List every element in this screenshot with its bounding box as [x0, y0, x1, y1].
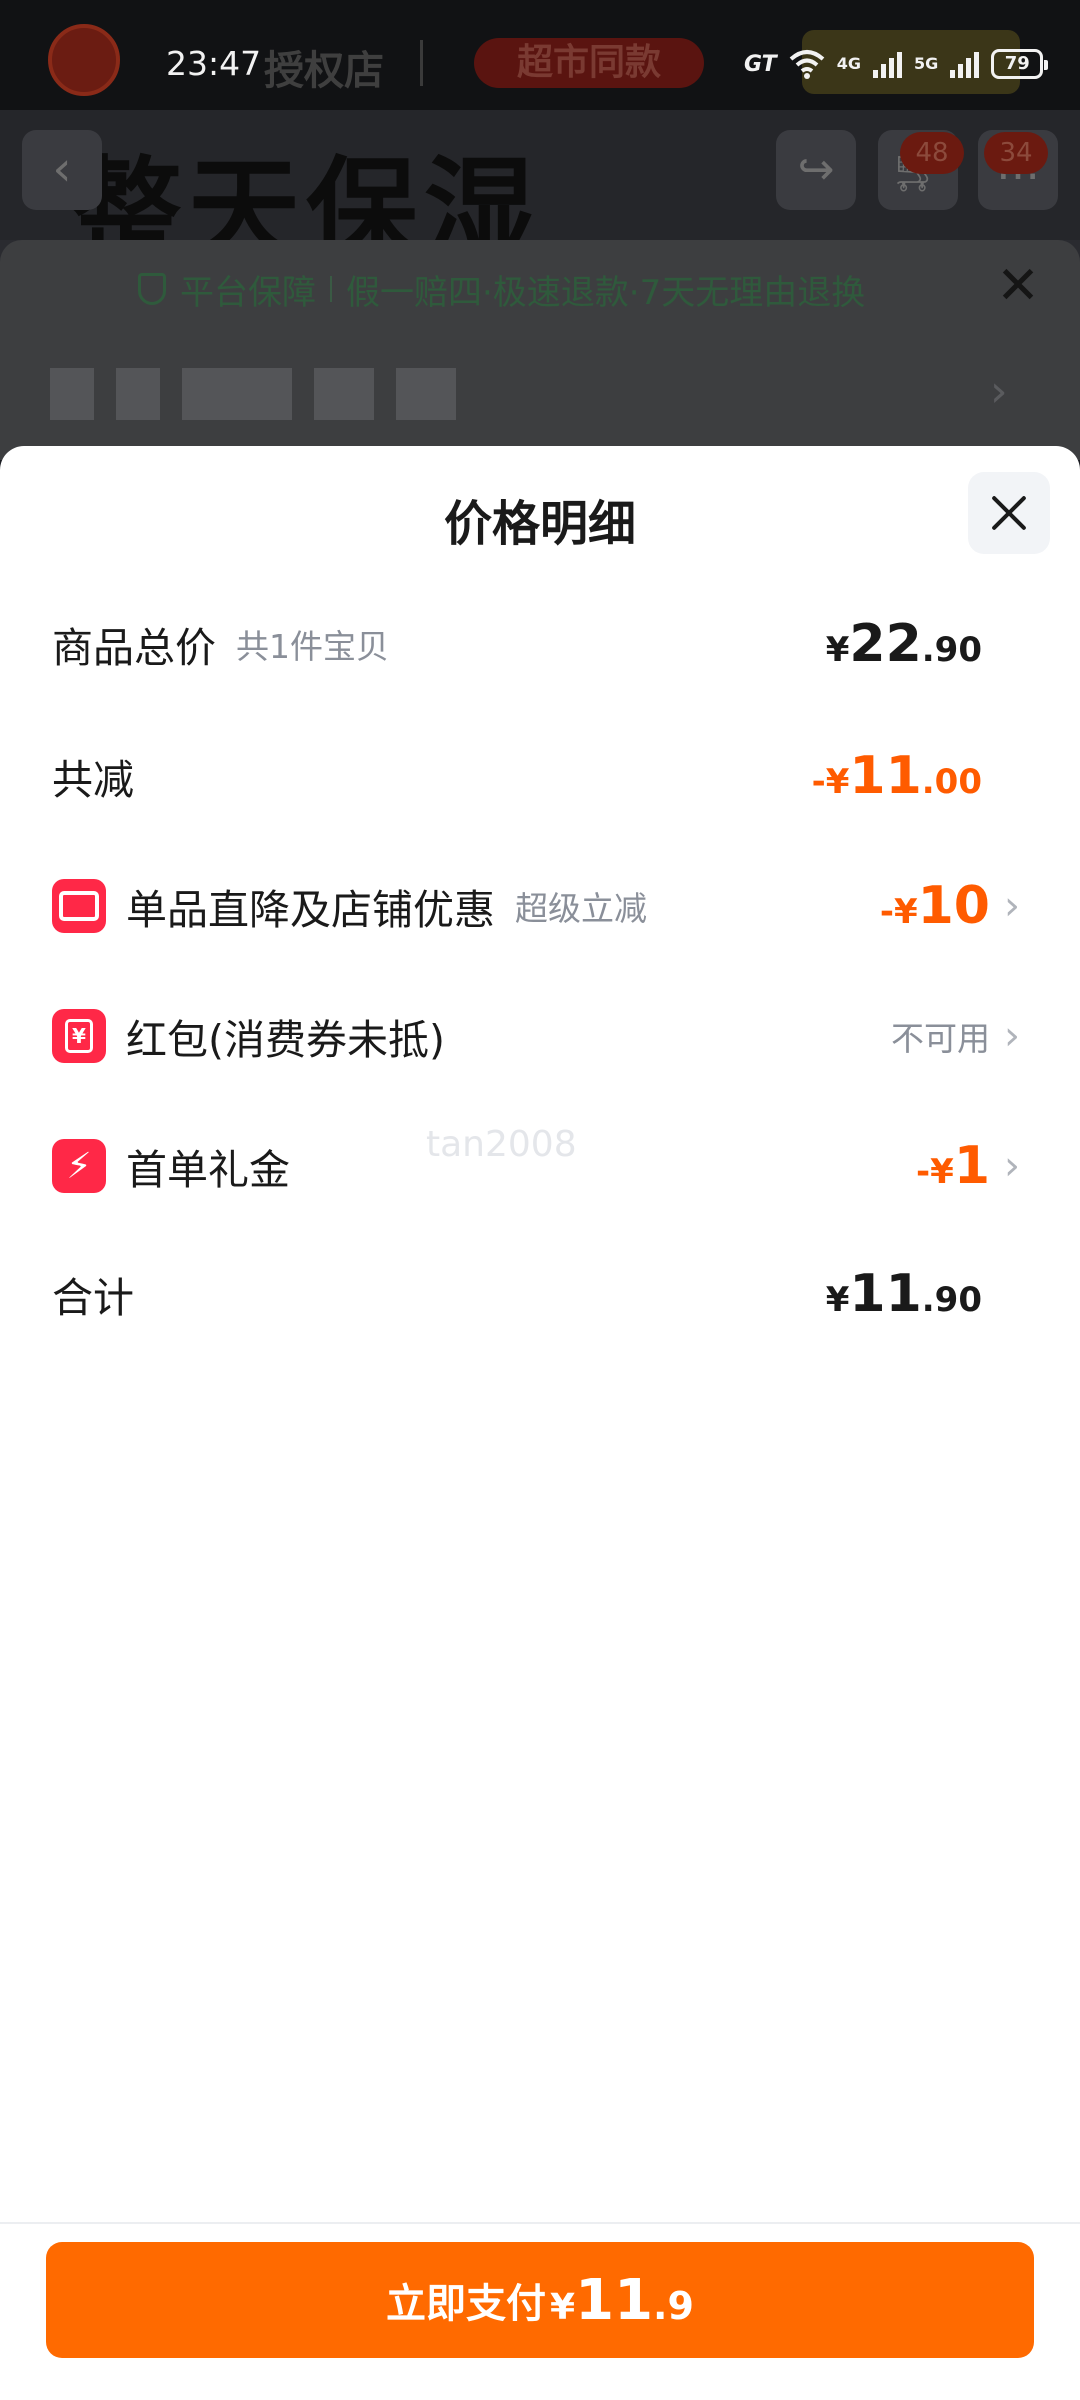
row-item-discount[interactable]: 单品直降及店铺优惠 超级立减 -¥ 10 › [52, 866, 1020, 946]
currency: ¥ [550, 2286, 576, 2328]
currency: ¥ [825, 1280, 850, 1320]
status-bar: 授权店 超市同款 23:47 GT 4G 5G 79 [0, 0, 1080, 110]
close-button[interactable] [968, 472, 1050, 554]
close-icon[interactable]: ✕ [988, 256, 1048, 316]
bolt-icon: ⚡︎ [52, 1139, 106, 1193]
currency: ¥ [825, 630, 850, 670]
guarantee-divider [330, 276, 332, 302]
row-sub: 超级立减 [515, 889, 647, 928]
row-value: ¥ 22 .90 [826, 604, 982, 684]
guarantee-title: 平台保障 [180, 272, 316, 313]
row-value: -¥ 11 .00 [812, 736, 982, 816]
coupon-icon: ¥ [52, 1009, 106, 1063]
network-badge: GT [744, 51, 777, 77]
row-label: 单品直降及店铺优惠 [126, 886, 495, 934]
price-dec: .00 [921, 762, 982, 802]
signal-2-label: 5G [913, 54, 939, 73]
price-dec: .90 [921, 1280, 982, 1320]
signal-icon [872, 50, 902, 78]
price-dec: .9 [653, 2283, 694, 2328]
price-int: 10 [917, 876, 990, 936]
price-int: 11 [849, 1264, 922, 1324]
coupon-glyph: ¥ [65, 1019, 93, 1053]
price-int: 1 [953, 1136, 990, 1196]
row-label: 首单礼金 [126, 1146, 290, 1194]
store-tag: 超市同款 [474, 38, 704, 88]
row-total-price: 商品总价 共1件宝贝 ¥ 22 .90 [52, 604, 1020, 684]
chevron-right-icon: › [1004, 1013, 1020, 1059]
row-sub: 共1件宝贝 [236, 627, 389, 666]
chevron-right-icon: › [1004, 883, 1020, 929]
price-detail-sheet: 价格明细 商品总价 共1件宝贝 ¥ 22 .90 共减 -¥ 11 .00 单品… [0, 446, 1080, 2400]
row-label: 红包(消费券未抵) [126, 1016, 445, 1064]
watermark: tan2008 [426, 1124, 577, 1165]
status-time: 23:47 [166, 44, 262, 83]
pay-now-button[interactable]: 立即支付 ¥ 11 .9 [46, 2242, 1034, 2358]
chevron-right-icon[interactable]: › [990, 366, 1008, 417]
price-int: 11 [849, 746, 922, 806]
signal-icon [950, 50, 980, 78]
store-logo [48, 24, 120, 96]
guarantee-text: 假一赔四·极速退款·7天无理由退换 [346, 272, 866, 313]
share-icon[interactable]: ↪ [776, 130, 856, 210]
status-icons: GT 4G 5G 79 [744, 46, 1049, 82]
battery-icon: 79 [991, 49, 1049, 79]
row-value: ¥ 11 .90 [826, 1254, 982, 1334]
row-label: 商品总价 [52, 624, 216, 672]
row-discount-total: 共减 -¥ 11 .00 [52, 736, 1020, 816]
cart-badge: 48 [900, 132, 964, 174]
row-value: 不可用 › [891, 996, 1020, 1076]
shield-icon [138, 273, 166, 305]
close-icon [990, 494, 1028, 532]
pay-label: 立即支付 [386, 2281, 547, 2327]
guarantee-bar: 平台保障 假一赔四·极速退款·7天无理由退换 [138, 262, 865, 316]
currency: -¥ [916, 1152, 954, 1192]
more-badge: 34 [984, 132, 1048, 174]
store-name: 授权店 [264, 48, 384, 94]
row-value: -¥ 1 › [916, 1126, 1020, 1206]
price-int: 22 [849, 614, 922, 674]
chevron-right-icon: › [1004, 1143, 1020, 1189]
back-icon[interactable]: ‹ [22, 130, 102, 210]
row-label: 共减 [52, 756, 134, 804]
row-red-packet[interactable]: ¥ 红包(消费券未抵) 不可用 › [52, 996, 1020, 1076]
row-sum: 合计 ¥ 11 .90 [52, 1254, 1020, 1334]
footer-divider [0, 2222, 1080, 2224]
price-int: 11 [575, 2267, 654, 2333]
currency: -¥ [879, 892, 918, 932]
pay-price: ¥ 11 .9 [550, 2268, 694, 2333]
currency: -¥ [811, 762, 850, 802]
unavailable-text: 不可用 [891, 1019, 990, 1058]
signal-1-label: 4G [836, 54, 861, 73]
wifi-icon [789, 50, 825, 79]
price-dec: .90 [921, 630, 982, 670]
pixelated-address [50, 368, 456, 420]
store-icon [52, 879, 106, 933]
row-value: -¥ 10 › [880, 866, 1020, 946]
row-label: 合计 [52, 1274, 134, 1322]
header-divider [420, 40, 423, 86]
sheet-title: 价格明细 [443, 496, 636, 552]
